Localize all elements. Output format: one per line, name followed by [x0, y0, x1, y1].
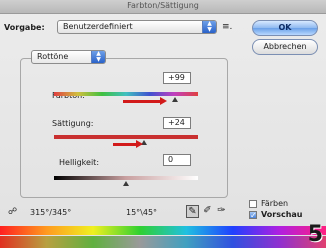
saturation-field[interactable]: +24	[163, 117, 191, 129]
channel-popup[interactable]: Rottöne ▲ ▼	[31, 50, 106, 64]
preview-checkbox[interactable]: ✓	[249, 211, 257, 220]
popup-arrows-icon: ▲ ▼	[202, 21, 216, 33]
preview-label: Vorschau	[261, 210, 303, 219]
range-right-readout: 15°\45°	[126, 208, 158, 217]
eyedropper-minus-icon[interactable]: ✑	[215, 205, 228, 218]
lightness-field[interactable]: 0	[163, 154, 191, 166]
hue-annotation-arrow	[123, 97, 167, 105]
preset-value: Benutzerdefiniert	[63, 22, 133, 31]
hue-track[interactable]	[54, 92, 198, 96]
ok-button[interactable]: OK	[252, 20, 318, 36]
preset-popup[interactable]: Benutzerdefiniert ▲ ▼	[57, 20, 217, 34]
title-bar: Farbton/Sättigung	[0, 0, 326, 14]
preset-options-icon[interactable]: ≡.	[222, 22, 232, 32]
window-title: Farbton/Sättigung	[127, 1, 199, 10]
eyedropper-tool-icon[interactable]: ✎	[186, 205, 199, 218]
lightness-label: Helligkeit:	[59, 158, 100, 167]
saturation-track[interactable]	[54, 135, 198, 139]
saturation-annotation-arrow	[113, 140, 143, 148]
colorize-label: Färben	[261, 199, 289, 208]
hue-slider-thumb[interactable]	[172, 97, 178, 102]
lightness-track[interactable]	[54, 176, 198, 180]
step-number: 5	[307, 222, 323, 247]
lightness-slider-thumb[interactable]	[123, 181, 129, 186]
channel-value: Rottöne	[37, 52, 69, 61]
popup-arrows-icon: ▲ ▼	[91, 51, 105, 63]
cancel-button[interactable]: Abbrechen	[252, 39, 318, 55]
spectrum-bar-after	[0, 236, 326, 248]
hue-saturation-dialog: Farbton/Sättigung Vorgabe: Benutzerdefin…	[0, 0, 326, 248]
saturation-label: Sättigung:	[52, 119, 94, 128]
hue-field[interactable]: +99	[163, 72, 191, 84]
range-left-readout: 315°/345°	[30, 208, 72, 217]
colorize-checkbox[interactable]	[249, 200, 257, 208]
spectrum-bar-before	[0, 226, 326, 235]
eyedropper-icon[interactable]: ☍	[8, 207, 17, 217]
eyedropper-plus-icon[interactable]: ✐	[201, 205, 214, 218]
preset-label: Vorgabe:	[4, 23, 45, 32]
